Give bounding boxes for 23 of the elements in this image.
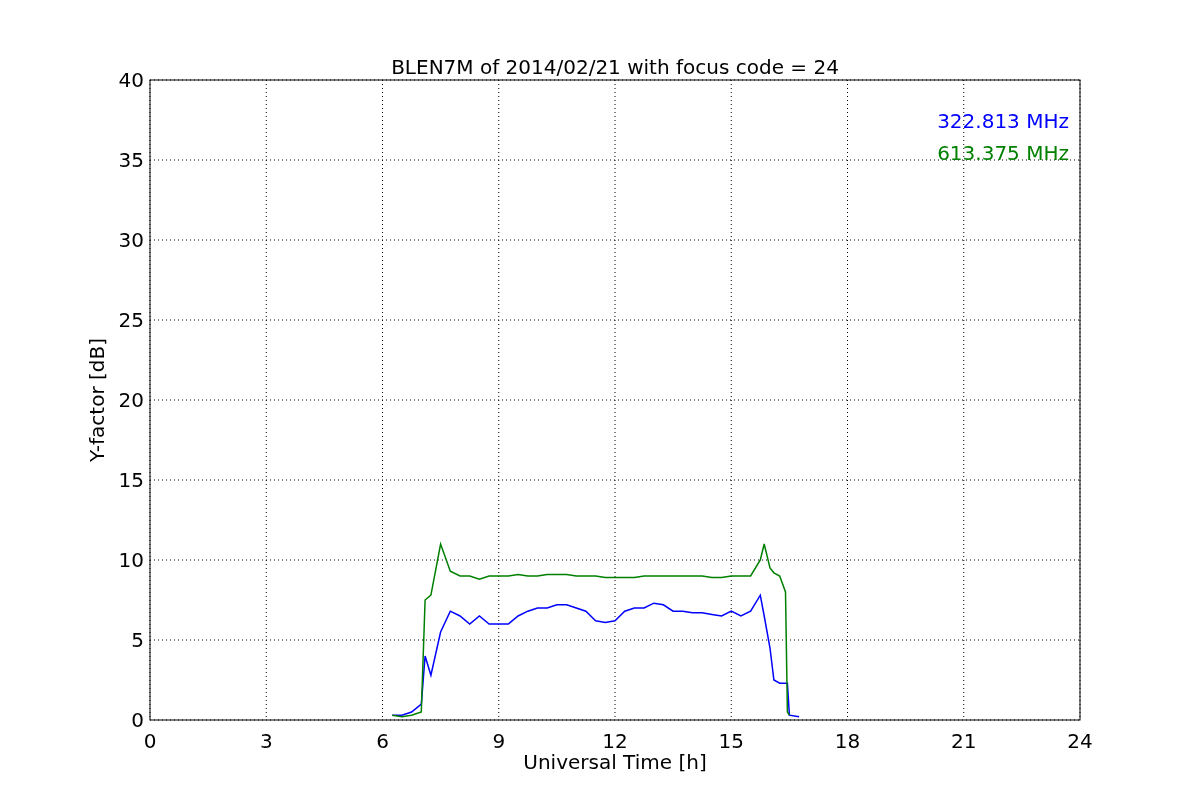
tick-label: 35 <box>118 148 144 172</box>
tick-label: 15 <box>718 729 744 753</box>
tick-label: 10 <box>118 548 144 572</box>
tick-label: 12 <box>602 729 628 753</box>
tick-label: 21 <box>951 729 977 753</box>
axis-label: Universal Time [h] <box>523 750 707 774</box>
tick-label: 20 <box>118 388 144 412</box>
tick-label: 15 <box>118 468 144 492</box>
axis-label: Y-factor [dB] <box>85 338 109 462</box>
tick-label: 9 <box>492 729 506 753</box>
tick-label: 30 <box>118 228 144 252</box>
tick-label: 0 <box>143 729 157 753</box>
tick-label: 3 <box>259 729 273 753</box>
chart-title: BLEN7M of 2014/02/21 with focus code = 24 <box>391 55 839 79</box>
tick-label: 24 <box>1067 729 1093 753</box>
tick-label: 40 <box>118 68 144 92</box>
tick-label: 0 <box>131 708 144 732</box>
legend-label: 322.813 MHz <box>937 109 1069 133</box>
tick-label: 5 <box>131 628 144 652</box>
tick-label: 18 <box>834 729 861 753</box>
tick-label: 25 <box>118 308 144 332</box>
tick-label: 6 <box>376 729 389 753</box>
legend-label: 613.375 MHz <box>937 141 1069 165</box>
